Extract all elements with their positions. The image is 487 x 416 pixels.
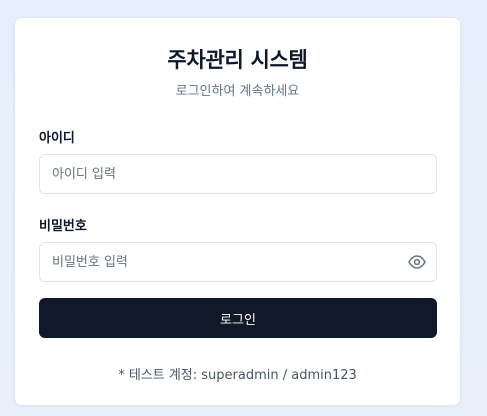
username-input[interactable] xyxy=(39,154,437,194)
username-label: 아이디 xyxy=(39,131,75,146)
page-subtitle: 로그인하여 계속하세요 xyxy=(175,84,300,99)
login-button[interactable]: 로그인 xyxy=(39,298,437,338)
password-label: 비밀번호 xyxy=(39,219,87,234)
test-account-hint: * 테스트 계정: superadmin / admin123 xyxy=(118,368,357,383)
page-title: 주차관리 시스템 xyxy=(167,48,308,72)
eye-icon[interactable] xyxy=(407,254,427,270)
login-card: 주차관리 시스템 로그인하여 계속하세요 아이디 비밀번호 로그인 * 테스트 … xyxy=(14,17,461,406)
password-input[interactable] xyxy=(39,242,437,282)
